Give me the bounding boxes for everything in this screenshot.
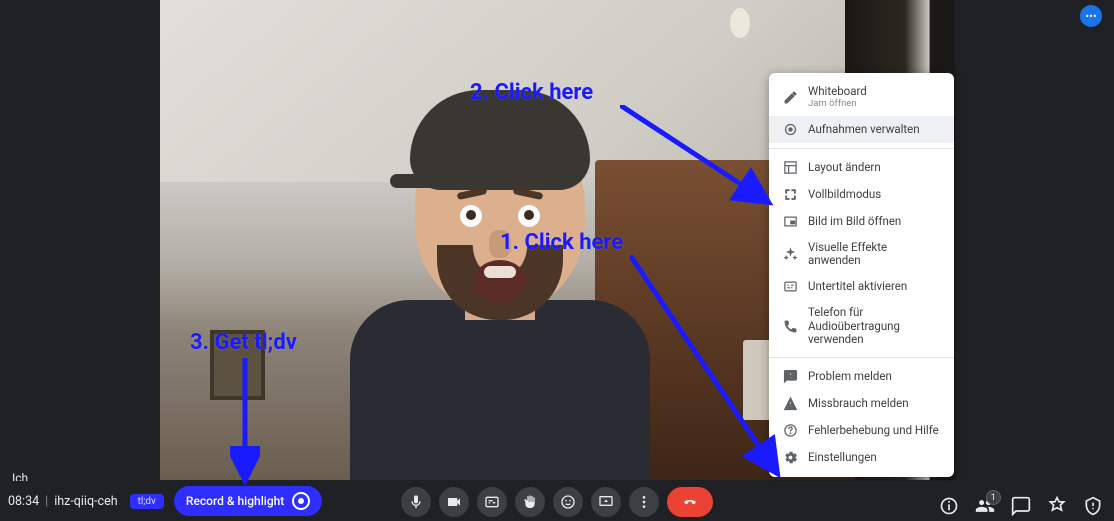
wall-picture <box>210 330 265 400</box>
menu-item-settings[interactable]: Einstellungen <box>769 444 954 471</box>
captions-button[interactable] <box>477 487 507 517</box>
menu-item-pip[interactable]: Bild im Bild öffnen <box>769 208 954 235</box>
participant-count-badge: 1 <box>986 490 1001 505</box>
more-options-menu: WhiteboardJam öffnen Aufnahmen verwalten… <box>769 73 954 477</box>
menu-item-label: Layout ändern <box>808 161 881 174</box>
participants-button[interactable]: 1 <box>974 495 996 517</box>
meeting-details-button[interactable] <box>938 495 960 517</box>
meeting-code: ihz-qiiq-ceh <box>54 494 117 509</box>
menu-item-fullscreen[interactable]: Vollbildmodus <box>769 181 954 208</box>
menu-item-label: Einstellungen <box>808 451 877 464</box>
report-icon <box>783 396 798 411</box>
pip-icon <box>783 214 798 229</box>
menu-item-label: Problem melden <box>808 370 892 383</box>
mic-button[interactable] <box>401 487 431 517</box>
record-button-label: Record & highlight <box>186 494 284 508</box>
feedback-icon <box>783 369 798 384</box>
tldv-badge[interactable]: tl;dv <box>130 494 164 509</box>
more-options-button[interactable] <box>629 487 659 517</box>
menu-item-label: Telefon für Audioübertragung verwenden <box>808 306 940 346</box>
menu-item-report-problem[interactable]: Problem melden <box>769 363 954 390</box>
pencil-icon <box>783 90 798 105</box>
host-controls-button[interactable] <box>1082 495 1104 517</box>
menu-item-label: Untertitel aktivieren <box>808 280 907 293</box>
activities-button[interactable] <box>1046 495 1068 517</box>
chat-button[interactable] <box>1010 495 1032 517</box>
sparkle-icon <box>783 247 798 262</box>
meeting-time: 08:34 <box>8 494 39 509</box>
camera-button[interactable] <box>439 487 469 517</box>
menu-item-whiteboard[interactable]: WhiteboardJam öffnen <box>769 79 954 116</box>
reactions-button[interactable] <box>553 487 583 517</box>
raise-hand-button[interactable] <box>515 487 545 517</box>
present-button[interactable] <box>591 487 621 517</box>
ceiling-fixture <box>730 8 750 38</box>
help-icon <box>783 423 798 438</box>
meeting-info: 08:34 | ihz-qiiq-ceh tl;dv Record & high… <box>0 486 322 516</box>
menu-item-troubleshoot[interactable]: Fehlerbehebung und Hilfe <box>769 417 954 444</box>
menu-item-label: Vollbildmodus <box>808 188 881 201</box>
call-controls <box>401 487 713 517</box>
phone-audio-icon <box>783 319 798 334</box>
menu-item-label: Fehlerbehebung und Hilfe <box>808 424 939 437</box>
menu-item-captions[interactable]: Untertitel aktivieren <box>769 273 954 300</box>
end-call-button[interactable] <box>667 487 713 517</box>
menu-item-label: Bild im Bild öffnen <box>808 215 901 228</box>
menu-item-label: Visuelle Effekte anwenden <box>808 241 940 267</box>
menu-item-label: WhiteboardJam öffnen <box>808 85 867 110</box>
divider: | <box>45 494 48 509</box>
menu-item-label: Aufnahmen verwalten <box>808 123 920 136</box>
gear-icon <box>783 450 798 465</box>
fullscreen-icon <box>783 187 798 202</box>
record-highlight-button[interactable]: Record & highlight <box>174 486 322 516</box>
menu-item-report-abuse[interactable]: Missbrauch melden <box>769 390 954 417</box>
menu-item-manage-recordings[interactable]: Aufnahmen verwalten <box>769 116 954 143</box>
extension-menu-button[interactable]: ••• <box>1080 5 1102 27</box>
record-icon <box>783 122 798 137</box>
captions-icon <box>783 279 798 294</box>
participant-self <box>320 120 680 480</box>
record-icon <box>292 492 310 510</box>
menu-item-change-layout[interactable]: Layout ändern <box>769 154 954 181</box>
layout-icon <box>783 160 798 175</box>
right-panel-controls: 1 <box>938 495 1104 517</box>
menu-item-label: Missbrauch melden <box>808 397 909 410</box>
menu-item-visual-effects[interactable]: Visuelle Effekte anwenden <box>769 235 954 273</box>
menu-item-phone-audio[interactable]: Telefon für Audioübertragung verwenden <box>769 300 954 352</box>
